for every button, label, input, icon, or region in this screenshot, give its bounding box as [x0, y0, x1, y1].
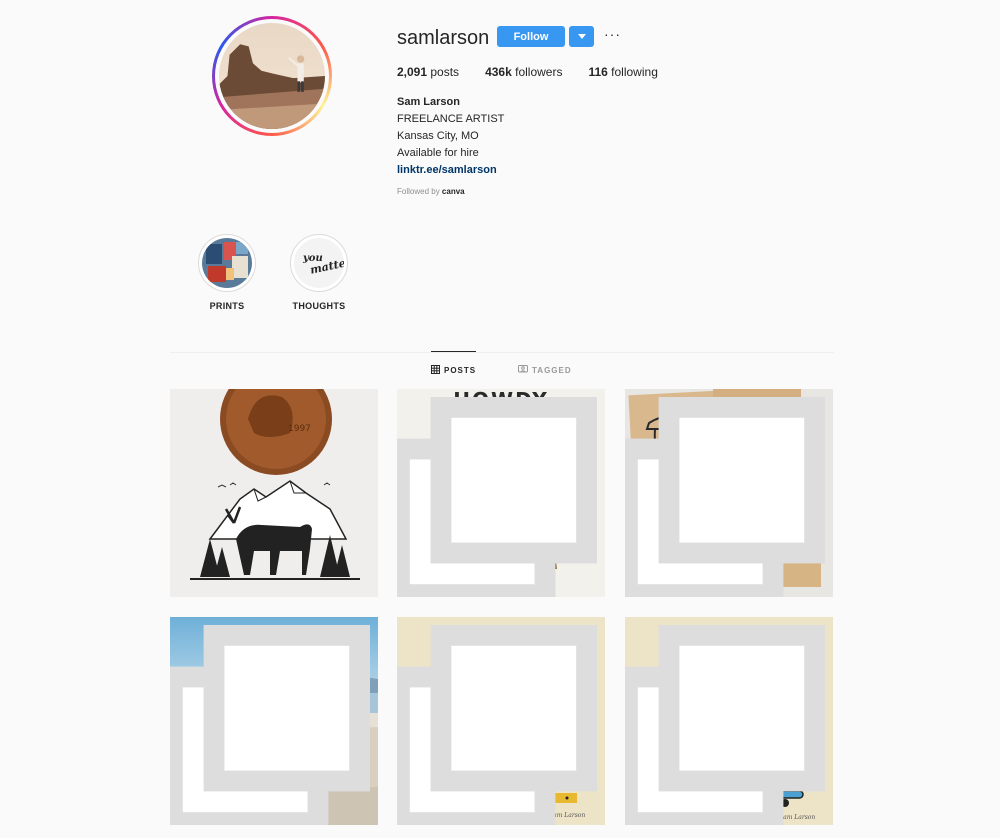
- multiple-images-icon: [625, 625, 825, 825]
- multiple-images-icon: [397, 397, 597, 597]
- posts-count: 2,091: [397, 65, 428, 79]
- tabs-divider: [170, 352, 834, 353]
- profile-avatar[interactable]: [212, 16, 332, 136]
- posts-stat: 2,091 posts: [397, 65, 459, 79]
- tab-label: POSTS: [444, 366, 477, 375]
- followed-by-user: canva: [441, 187, 465, 196]
- following-count: 116: [588, 65, 608, 79]
- post-tile[interactable]: HOWDY: [397, 389, 605, 597]
- bio-line: FREELANCE ARTIST: [397, 113, 505, 125]
- bio-name: Sam Larson: [397, 96, 460, 108]
- highlight-thoughts[interactable]: you matter THOUGHTS: [287, 234, 351, 311]
- tab-label: TAGGED: [532, 366, 572, 375]
- following-stat[interactable]: 116 following: [588, 65, 657, 79]
- bio-line: Kansas City, MO: [397, 130, 479, 142]
- tag-icon: [518, 365, 528, 376]
- followed-by[interactable]: Followed by canva: [397, 187, 465, 196]
- followers-stat[interactable]: 436k followers: [485, 65, 562, 79]
- follow-button[interactable]: Follow: [497, 26, 565, 47]
- following-label: following: [611, 65, 658, 79]
- bio-line: Available for hire: [397, 147, 479, 159]
- post-image-moose: 1997: [170, 389, 378, 597]
- caret-down-icon: [577, 34, 586, 39]
- profile-username: samlarson: [397, 27, 490, 49]
- post-tile[interactable]: Sam Larson: [625, 617, 833, 825]
- suggested-dropdown-button[interactable]: [569, 26, 594, 47]
- followers-label: followers: [515, 65, 563, 79]
- profile-bio: Sam Larson FREELANCE ARTIST Kansas City,…: [397, 94, 504, 179]
- prints-thumbnail: [202, 238, 252, 288]
- followed-by-prefix: Followed by: [397, 187, 440, 196]
- active-tab-indicator: [431, 351, 476, 352]
- tab-posts[interactable]: POSTS: [431, 365, 476, 376]
- tab-tagged[interactable]: TAGGED: [518, 365, 572, 376]
- you-matter-thumbnail: you matter: [294, 238, 344, 288]
- highlight-prints[interactable]: PRINTS: [198, 234, 256, 311]
- grid-icon: [431, 365, 440, 376]
- post-tile[interactable]: [625, 389, 833, 597]
- avatar-image: [219, 23, 325, 129]
- post-tile[interactable]: Sam Larson: [397, 617, 605, 825]
- highlight-label: THOUGHTS: [292, 301, 346, 311]
- post-tile[interactable]: [170, 617, 378, 825]
- followers-count: 436k: [485, 65, 512, 79]
- coin-text: 1997: [288, 424, 311, 434]
- more-options-icon[interactable]: ···: [604, 27, 621, 41]
- highlight-label: PRINTS: [209, 301, 245, 311]
- post-tile[interactable]: 1997: [170, 389, 378, 597]
- multiple-images-icon: [625, 397, 825, 597]
- multiple-images-icon: [397, 625, 597, 825]
- multiple-images-icon: [170, 625, 370, 825]
- bio-link[interactable]: linktr.ee/samlarson: [397, 162, 504, 179]
- profile-stats: 2,091 posts 436k followers 116 following: [397, 65, 684, 79]
- posts-label: posts: [430, 65, 460, 79]
